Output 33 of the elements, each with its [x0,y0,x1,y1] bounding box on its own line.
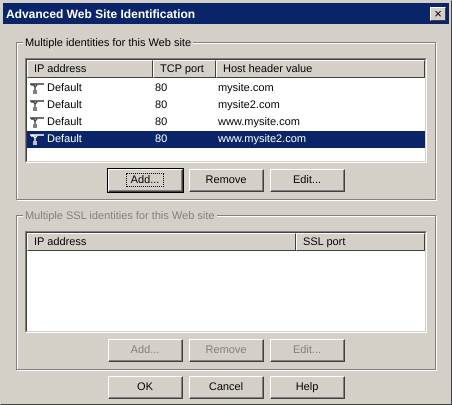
network-icon [29,132,45,146]
group-title: Multiple identities for this Web site [23,35,194,52]
dialog-button[interactable]: OK [108,376,182,399]
network-icon [29,98,45,112]
table-cell-text: mysite2.com [218,98,280,114]
list-row[interactable]: Default 80 mysite2.com [27,97,425,114]
list-row[interactable]: Default 80 www.mysite2.com [27,131,425,148]
list-row[interactable]: Default 80 mysite.com [27,80,425,97]
table-cell-text: Default [47,81,82,96]
close-button[interactable]: × [430,6,446,20]
dialog-button[interactable]: Cancel [188,376,264,399]
column-header[interactable]: TCP port [153,60,216,78]
group-title: Multiple SSL identities for this Web site [23,208,217,224]
window-title: Advanced Web Site Identification [6,6,196,22]
table-cell-text: Default [47,115,82,130]
column-header[interactable]: Host header value [216,60,425,78]
table-cell-text: www.mysite.com [218,115,300,130]
network-icon [29,116,45,130]
table-cell-text: 80 [155,132,168,148]
table-cell-text: 80 [155,98,168,114]
dialog-button[interactable]: Help [270,376,344,399]
dialog-button[interactable]: Remove [188,169,264,192]
table-cell-text: 80 [155,115,168,130]
table-cell-text: www.mysite2.com [218,132,306,148]
column-header[interactable]: IP address [27,60,153,78]
table-cell-text: 80 [155,81,168,96]
network-icon [29,82,45,96]
table-cell-text: mysite.com [218,81,274,96]
dialog-button[interactable]: Edit... [270,169,344,192]
table-cell-text: Default [47,132,82,148]
list-row[interactable]: Default 80 www.mysite.com [27,114,425,131]
table-cell-text: Default [47,98,82,114]
dialog-button[interactable]: Add... [108,169,182,192]
